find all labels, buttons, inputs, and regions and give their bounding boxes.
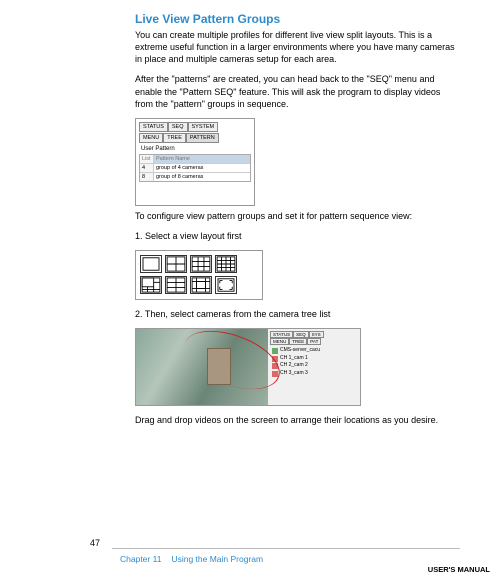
layout-6-icon — [165, 276, 187, 294]
row2-count: 8 — [140, 173, 154, 181]
tree-cam1: CH 1_cam 1 — [272, 355, 356, 363]
layout-full-icon — [215, 276, 237, 294]
chapter-number: Chapter 11 — [120, 554, 161, 564]
row2-name: group of 8 cameras — [154, 173, 250, 181]
section-heading: Live View Pattern Groups — [135, 12, 460, 26]
row1-count: 4 — [140, 164, 154, 172]
tab-status: STATUS — [139, 122, 168, 132]
layout-1x1-icon — [140, 255, 162, 273]
layout-13-icon — [190, 276, 212, 294]
step-2: 2. Then, select cameras from the camera … — [135, 308, 460, 320]
page-number: 47 — [90, 538, 100, 548]
video-preview — [136, 329, 268, 405]
camera-tree-panel: STATUS SEQ SYS MENU TREE PAT CMS-server_… — [268, 329, 360, 405]
tab-system: SYSTEM — [188, 122, 219, 132]
server-icon — [272, 348, 278, 354]
figure-layout-picker — [135, 250, 263, 300]
mini-tab-sys: SYS — [309, 331, 324, 338]
tree-cam2-label: CH 2_cam 2 — [280, 362, 308, 370]
paragraph-intro: You can create multiple profiles for dif… — [135, 29, 460, 65]
mini-tab-seq: SEQ — [293, 331, 309, 338]
tab-menu: MENU — [139, 133, 163, 143]
tab-tree: TREE — [163, 133, 186, 143]
tree-cam1-label: CH 1_cam 1 — [280, 355, 308, 363]
mini-tab-menu: MENU — [270, 338, 289, 345]
tab-seq: SEQ — [168, 122, 188, 132]
paragraph-configure: To configure view pattern groups and set… — [135, 210, 460, 222]
layout-1big-icon — [140, 276, 162, 294]
mini-tab-tree: TREE — [289, 338, 307, 345]
chapter-title: Using the Main Program — [171, 554, 263, 564]
layout-3x3-icon — [190, 255, 212, 273]
col-list: List — [140, 155, 154, 163]
step-1: 1. Select a view layout first — [135, 230, 460, 242]
col-name: Pattern Name — [154, 155, 250, 163]
chapter-line: Chapter 11 Using the Main Program — [120, 554, 263, 564]
row1-name: group of 4 cameras — [154, 164, 250, 172]
paragraph-seq: After the "patterns" are created, you ca… — [135, 73, 460, 109]
tab-pattern: PATTERN — [186, 133, 219, 143]
manual-label: USER'S MANUAL — [428, 565, 490, 574]
tree-cam3-label: CH 3_cam 3 — [280, 370, 308, 378]
pattern-table: List Pattern Name 4 group of 4 cameras 8… — [139, 154, 251, 182]
tree-server-label: CMS-server_cacu — [280, 347, 320, 355]
user-pattern-label: User Pattern — [141, 146, 251, 152]
figure-user-pattern: STATUS SEQ SYSTEM MENU TREE PATTERN User… — [135, 118, 255, 206]
tree-cam3: CH 3_cam 3 — [272, 370, 356, 378]
mini-tab-pat: PAT — [307, 338, 321, 345]
layout-4x4-icon — [215, 255, 237, 273]
mini-tab-status: STATUS — [270, 331, 293, 338]
page-footer: 47 Chapter 11 Using the Main Program USER… — [0, 530, 500, 580]
tree-server: CMS-server_cacu — [272, 347, 356, 355]
tree-cam2: CH 2_cam 2 — [272, 362, 356, 370]
paragraph-drag: Drag and drop videos on the screen to ar… — [135, 414, 460, 426]
layout-2x2-icon — [165, 255, 187, 273]
footer-rule — [112, 548, 460, 549]
figure-camera-tree: STATUS SEQ SYS MENU TREE PAT CMS-server_… — [135, 328, 361, 406]
